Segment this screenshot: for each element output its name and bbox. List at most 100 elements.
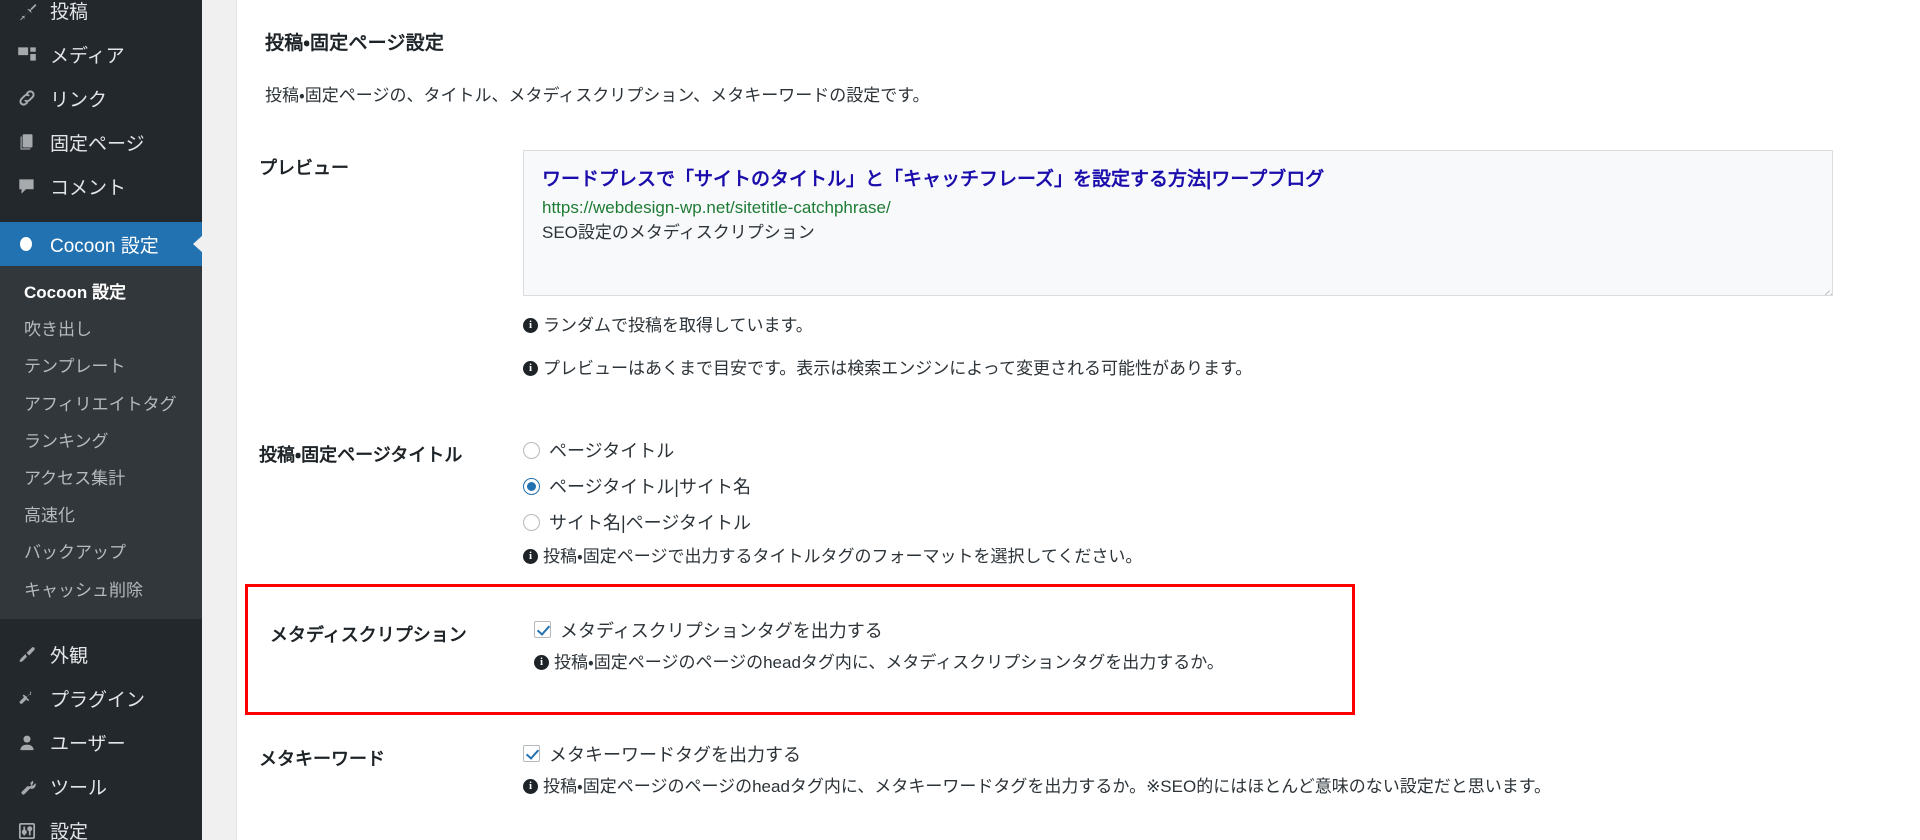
submenu-item-backup[interactable]: バックアップ bbox=[0, 534, 202, 571]
radio-label: サイト名|ページタイトル bbox=[549, 513, 751, 534]
preview-note-random: i ランダムで投稿を取得しています。 bbox=[523, 314, 1880, 339]
tools-icon bbox=[16, 776, 50, 798]
submenu-item-cocoon-settings[interactable]: Cocoon 設定 bbox=[0, 274, 202, 311]
preview-url: https://webdesign-wp.net/sitetitle-catch… bbox=[542, 197, 891, 217]
sidebar-item-label: 設定 bbox=[50, 822, 89, 840]
sidebar-item-tools[interactable]: ツール bbox=[0, 765, 202, 809]
sidebar-item-plugins[interactable]: プラグイン bbox=[0, 677, 202, 721]
sidebar-item-comments[interactable]: コメント bbox=[0, 164, 202, 208]
sidebar-item-settings[interactable]: 設定 bbox=[0, 809, 202, 840]
main-content-area: 投稿・固定ページ設定 投稿・固定ページの、タイトル、メタディスクリプション、メタ… bbox=[202, 0, 1920, 840]
preview-row-label: プレビュー bbox=[259, 158, 349, 178]
wordpress-admin-screen: 投稿 メディア リンク 固定ページ コメント Cocoon 設定 Cocoon … bbox=[0, 0, 1920, 840]
sidebar-separator-2 bbox=[0, 618, 202, 633]
meta-keyword-row-field: メタキーワードタグを出力する i 投稿・固定ページのページのheadタグ内に、メ… bbox=[523, 741, 1920, 800]
meta-description-checkbox-line[interactable]: メタディスクリプションタグを出力する bbox=[534, 617, 1312, 643]
sidebar-item-pages[interactable]: 固定ページ bbox=[0, 120, 202, 164]
sidebar-item-label: 固定ページ bbox=[50, 133, 145, 155]
radio-button[interactable] bbox=[523, 513, 540, 531]
link-icon bbox=[16, 87, 50, 109]
submenu-item-template[interactable]: テンプレート bbox=[0, 348, 202, 385]
meta-keyword-checkbox-line[interactable]: メタキーワードタグを出力する bbox=[523, 741, 1880, 767]
meta-description-checkbox-label: メタディスクリプションタグを出力する bbox=[560, 620, 883, 641]
sidebar-item-appearance[interactable]: 外観 bbox=[0, 633, 202, 677]
radio-option-page-title[interactable]: ページタイトル bbox=[523, 437, 1880, 463]
meta-description-row-label: メタディスクリプション bbox=[270, 624, 467, 645]
radio-button-selected[interactable] bbox=[523, 477, 540, 495]
preview-row-field: ワードプレスで「サイトのタイトル」と「キャッチフレーズ」を設定する方法|ワープブ… bbox=[523, 150, 1920, 381]
sidebar-separator bbox=[0, 208, 202, 222]
info-icon: i bbox=[523, 778, 538, 794]
sidebar-item-label: Cocoon 設定 bbox=[50, 235, 159, 257]
post-title-row: 投稿・固定ページタイトル ページタイトル ページタイトル|サイト名 サイト名|ペ… bbox=[237, 395, 1920, 584]
meta-keyword-checkbox[interactable] bbox=[523, 745, 540, 763]
sidebar-item-label: コメント bbox=[50, 177, 127, 199]
sidebar-item-label: ユーザー bbox=[50, 734, 126, 756]
radio-option-site-name-page-title[interactable]: サイト名|ページタイトル bbox=[523, 509, 1880, 535]
radio-button[interactable] bbox=[523, 441, 540, 459]
serp-preview-box[interactable]: ワードプレスで「サイトのタイトル」と「キャッチフレーズ」を設定する方法|ワープブ… bbox=[523, 150, 1833, 296]
sidebar-item-label: 外観 bbox=[50, 646, 89, 668]
sidebar-item-media[interactable]: メディア bbox=[0, 32, 202, 76]
preview-description: SEO設定のメタディスクリプション bbox=[542, 223, 815, 243]
meta-keyword-note-text: 投稿・固定ページのページのheadタグ内に、メタキーワードタグを出力するか。※S… bbox=[543, 776, 1552, 796]
plugin-icon bbox=[16, 688, 50, 710]
appearance-icon bbox=[16, 644, 50, 666]
meta-description-note: i 投稿・固定ページのページのheadタグ内に、メタディスクリプションタグを出力… bbox=[534, 651, 1312, 676]
sidebar-item-label: 投稿 bbox=[50, 1, 89, 23]
user-icon bbox=[16, 732, 50, 754]
sidebar-item-posts[interactable]: 投稿 bbox=[0, 0, 202, 32]
submenu-item-speedup[interactable]: 高速化 bbox=[0, 497, 202, 534]
page-header: 投稿・固定ページ設定 投稿・固定ページの、タイトル、メタディスクリプション、メタ… bbox=[237, 28, 1920, 106]
meta-keyword-row: メタキーワード メタキーワードタグを出力する i 投稿・固定ページのページのhe… bbox=[237, 715, 1920, 814]
submenu-item-cache-clear[interactable]: キャッシュ削除 bbox=[0, 572, 202, 609]
post-title-row-label: 投稿・固定ページタイトル bbox=[259, 445, 463, 466]
sidebar-item-label: リンク bbox=[50, 89, 108, 111]
meta-description-note-text: 投稿・固定ページのページのheadタグ内に、メタディスクリプションタグを出力する… bbox=[554, 652, 1224, 672]
page-title: 投稿・固定ページ設定 bbox=[265, 33, 445, 54]
post-title-note-text: 投稿・固定ページで出力するタイトルタグのフォーマットを選択してください。 bbox=[543, 547, 1143, 567]
sidebar-item-label: メディア bbox=[50, 45, 125, 67]
cocoon-submenu: Cocoon 設定 吹き出し テンプレート アフィリエイトタグ ランキング アク… bbox=[0, 266, 202, 619]
preview-note-disclaimer: i プレビューはあくまで目安です。表示は検索エンジンによって変更される可能性があ… bbox=[523, 357, 1880, 382]
settings-card: 投稿・固定ページ設定 投稿・固定ページの、タイトル、メタディスクリプション、メタ… bbox=[236, 0, 1920, 840]
settings-icon bbox=[16, 820, 50, 840]
sidebar-item-label: ツール bbox=[50, 778, 108, 800]
sidebar-item-cocoon-settings[interactable]: Cocoon 設定 bbox=[0, 222, 202, 266]
meta-keyword-checkbox-label: メタキーワードタグを出力する bbox=[549, 744, 801, 765]
meta-description-row-field: メタディスクリプションタグを出力する i 投稿・固定ページのページのheadタグ… bbox=[534, 617, 1352, 676]
info-icon: i bbox=[523, 318, 538, 333]
page-description: 投稿・固定ページの、タイトル、メタディスクリプション、メタキーワードの設定です。 bbox=[265, 86, 930, 105]
meta-keyword-row-label: メタキーワード bbox=[259, 748, 385, 769]
meta-description-checkbox[interactable] bbox=[534, 621, 551, 639]
media-icon bbox=[16, 43, 50, 65]
sidebar-item-users[interactable]: ユーザー bbox=[0, 721, 202, 765]
preview-title: ワードプレスで「サイトのタイトル」と「キャッチフレーズ」を設定する方法|ワープブ… bbox=[542, 169, 1325, 190]
comment-icon bbox=[16, 175, 50, 197]
preview-note-disclaimer-text: プレビューはあくまで目安です。表示は検索エンジンによって変更される可能性がありま… bbox=[543, 358, 1253, 378]
info-icon: i bbox=[523, 360, 538, 376]
info-icon: i bbox=[534, 654, 549, 670]
submenu-item-access-stats[interactable]: アクセス集計 bbox=[0, 460, 202, 497]
submenu-item-balloon[interactable]: 吹き出し bbox=[0, 311, 202, 348]
radio-label: ページタイトル|サイト名 bbox=[549, 477, 751, 498]
post-title-note: i 投稿・固定ページで出力するタイトルタグのフォーマットを選択してください。 bbox=[523, 545, 1880, 570]
cocoon-icon bbox=[16, 234, 50, 254]
meta-description-highlight-box: メタディスクリプション メタディスクリプションタグを出力する i 投稿・固定ペー… bbox=[245, 583, 1355, 715]
post-title-row-field: ページタイトル ページタイトル|サイト名 サイト名|ページタイトル i 投稿・固… bbox=[523, 437, 1920, 570]
info-icon: i bbox=[523, 549, 538, 565]
sidebar-item-label: プラグイン bbox=[50, 690, 146, 712]
sidebar-item-links[interactable]: リンク bbox=[0, 76, 202, 120]
admin-sidebar: 投稿 メディア リンク 固定ページ コメント Cocoon 設定 Cocoon … bbox=[0, 0, 202, 840]
submenu-item-ranking[interactable]: ランキング bbox=[0, 423, 202, 460]
radio-label: ページタイトル bbox=[549, 441, 675, 462]
preview-row: プレビュー ワードプレスで「サイトのタイトル」と「キャッチフレーズ」を設定する方… bbox=[237, 136, 1920, 395]
submenu-item-affiliate-tag[interactable]: アフィリエイトタグ bbox=[0, 386, 202, 423]
preview-note-random-text: ランダムで投稿を取得しています。 bbox=[543, 316, 813, 335]
resize-handle-icon[interactable] bbox=[1816, 279, 1832, 295]
meta-description-row: メタディスクリプション メタディスクリプションタグを出力する i 投稿・固定ペー… bbox=[248, 603, 1352, 690]
radio-option-page-title-site-name[interactable]: ページタイトル|サイト名 bbox=[523, 473, 1880, 499]
pin-icon bbox=[16, 0, 50, 21]
meta-keyword-note: i 投稿・固定ページのページのheadタグ内に、メタキーワードタグを出力するか。… bbox=[523, 775, 1880, 800]
pages-icon bbox=[16, 131, 50, 153]
